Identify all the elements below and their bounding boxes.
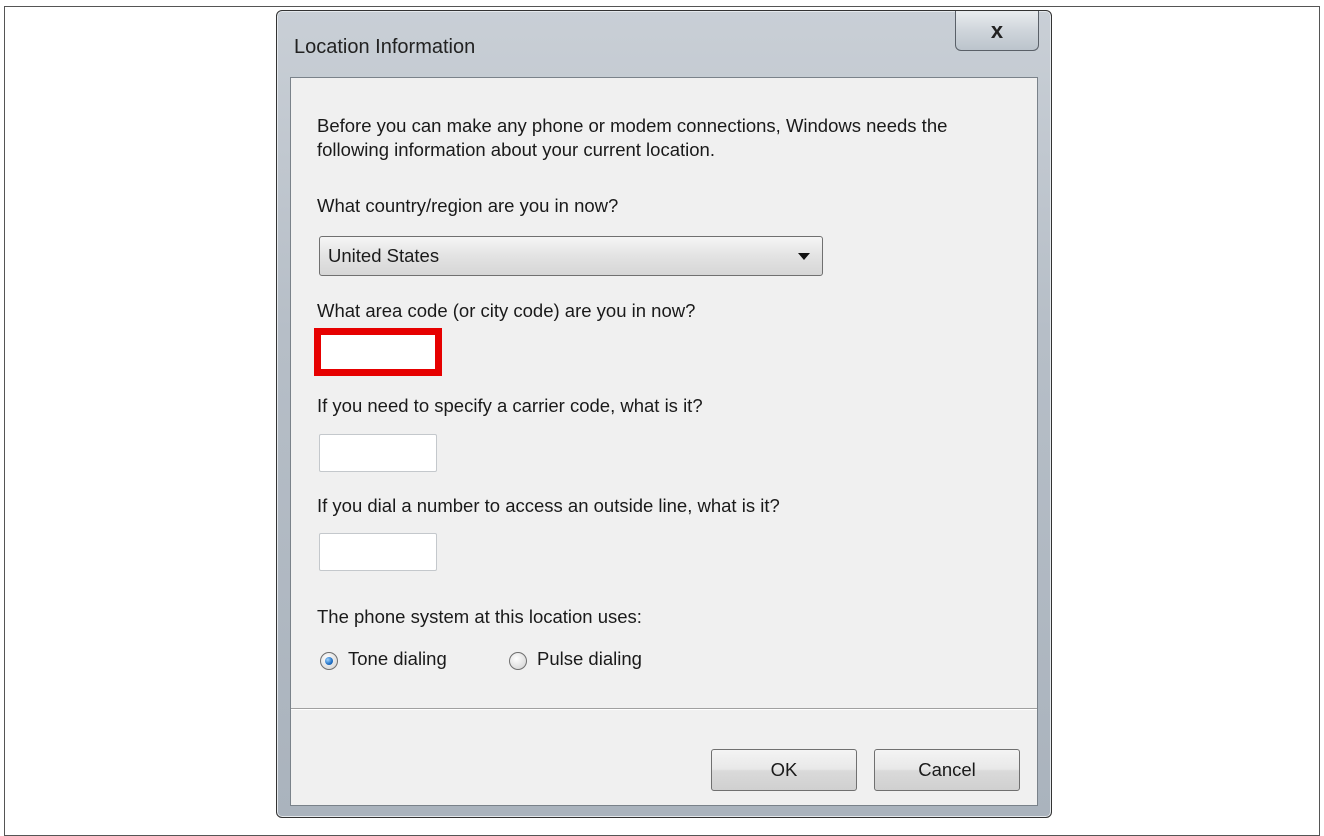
close-icon: x (990, 17, 1004, 43)
country-label: What country/region are you in now? (317, 195, 619, 216)
country-select[interactable]: United States (319, 236, 823, 276)
tone-dialing-label[interactable]: Tone dialing (348, 648, 447, 670)
dialog-body: Before you can make any phone or modem c… (290, 77, 1038, 806)
button-separator (291, 708, 1037, 710)
pulse-dialing-radio[interactable] (509, 652, 527, 670)
area-code-label: What area code (or city code) are you in… (317, 300, 696, 321)
cancel-button[interactable]: Cancel (874, 749, 1020, 791)
area-code-highlight (314, 328, 442, 376)
outside-line-label: If you dial a number to access an outsid… (317, 495, 780, 516)
tone-dialing-radio[interactable] (320, 652, 338, 670)
outside-line-input[interactable] (319, 533, 437, 571)
ok-button[interactable]: OK (711, 749, 857, 791)
title-bar[interactable]: Location Information x (277, 11, 1051, 75)
carrier-code-input[interactable] (319, 434, 437, 472)
location-information-dialog: Location Information x Before you can ma… (276, 10, 1052, 818)
dropdown-arrow-icon (798, 253, 810, 260)
dialog-title: Location Information (294, 36, 476, 58)
close-button[interactable]: x (955, 11, 1039, 51)
intro-text: Before you can make any phone or modem c… (317, 115, 948, 160)
country-selected-value: United States (328, 245, 440, 266)
carrier-code-label: If you need to specify a carrier code, w… (317, 395, 703, 416)
phone-system-label: The phone system at this location uses: (317, 606, 642, 627)
pulse-dialing-label[interactable]: Pulse dialing (537, 648, 642, 670)
